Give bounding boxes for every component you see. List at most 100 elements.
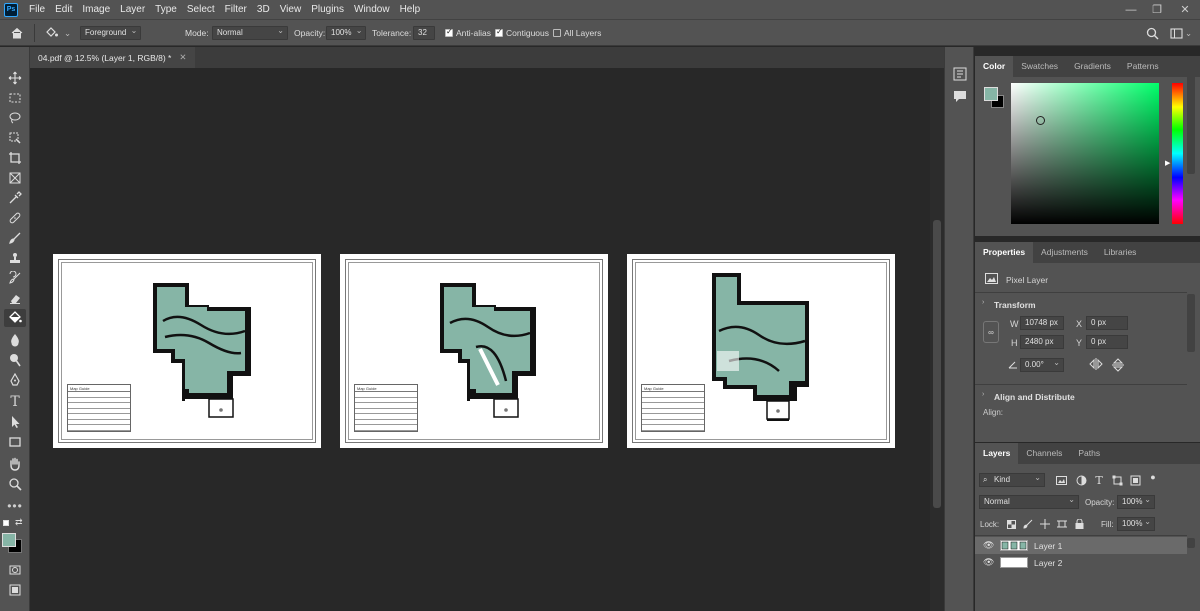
workspace-icon[interactable]: ⌄ [1170, 20, 1192, 46]
hand-tool-icon[interactable] [4, 455, 26, 473]
search-icon[interactable] [1146, 20, 1159, 46]
fill-input[interactable]: 100% [1117, 516, 1155, 531]
link-dimensions-icon[interactable]: ∞ [983, 321, 999, 343]
panel-foreground-swatch[interactable] [984, 87, 998, 101]
layer-visibility-eye-icon[interactable]: 👁 [983, 540, 994, 551]
object-selection-tool-icon[interactable] [4, 129, 26, 147]
properties-panel-scrollbar[interactable] [1187, 294, 1195, 352]
properties-tab-adjustments[interactable]: Adjustments [1033, 242, 1096, 263]
contiguous-check-icon[interactable] [495, 27, 503, 37]
lasso-tool-icon[interactable] [4, 109, 26, 127]
menu-window[interactable]: Window [349, 0, 395, 19]
layer-row-1[interactable]: 👁 Layer 1 [975, 537, 1187, 554]
fill-source-select[interactable]: Foreground [80, 25, 142, 40]
properties-tab-properties[interactable]: Properties [975, 242, 1034, 263]
color-tab-gradients[interactable]: Gradients [1066, 56, 1119, 77]
healing-brush-tool-icon[interactable] [4, 209, 26, 227]
menu-type[interactable]: Type [150, 0, 182, 19]
canvas-vertical-scrollbar[interactable] [930, 68, 944, 611]
crop-tool-icon[interactable] [4, 149, 26, 167]
tolerance-input[interactable]: 32 [413, 26, 435, 40]
brush-tool-icon[interactable] [4, 229, 26, 247]
history-panel-icon[interactable] [953, 67, 967, 83]
minimize-button[interactable]: — [1120, 0, 1142, 19]
color-tab-patterns[interactable]: Patterns [1119, 56, 1167, 77]
flip-vertical-icon[interactable] [1112, 358, 1124, 374]
paint-bucket-preset-icon[interactable]: ⌄ [44, 20, 71, 46]
align-collapse-icon[interactable]: › [982, 391, 984, 398]
type-tool-icon[interactable]: T [4, 393, 26, 411]
move-tool-icon[interactable] [4, 69, 26, 87]
menu-file[interactable]: File [24, 0, 50, 19]
color-tab-swatches[interactable]: Swatches [1013, 56, 1066, 77]
menu-help[interactable]: Help [395, 0, 426, 19]
foreground-color-swatch[interactable] [2, 533, 16, 547]
menu-edit[interactable]: Edit [50, 0, 77, 19]
eyedropper-tool-icon[interactable] [4, 189, 26, 207]
layers-panel-scrollbar[interactable] [1187, 538, 1195, 548]
lock-image-icon[interactable] [1021, 517, 1035, 531]
zoom-tool-icon[interactable] [4, 475, 26, 493]
layer-opacity-input[interactable]: 100% [1117, 494, 1155, 509]
menu-3d[interactable]: 3D [252, 0, 275, 19]
height-input[interactable]: 2480 px [1020, 335, 1064, 349]
contiguous-checkbox[interactable]: Contiguous [495, 20, 549, 46]
color-panel-scrollbar[interactable] [1187, 62, 1195, 174]
dodge-tool-icon[interactable] [4, 351, 26, 369]
color-tab-color[interactable]: Color [975, 56, 1014, 77]
menu-image[interactable]: Image [77, 0, 115, 19]
mode-select[interactable]: Normal [212, 25, 288, 40]
layers-tab-channels[interactable]: Channels [1018, 443, 1070, 464]
angle-input[interactable]: 0.00° [1020, 357, 1064, 372]
y-input[interactable]: 0 px [1086, 335, 1128, 349]
paint-bucket-tool-icon[interactable] [4, 309, 26, 327]
layers-tab-paths[interactable]: Paths [1070, 443, 1108, 464]
sheet-1[interactable]: Map Guide [53, 254, 321, 448]
sheet-2[interactable]: Map Guide [340, 254, 608, 448]
layer-filter-kind-select[interactable]: ⌕ Kind [979, 472, 1045, 487]
lock-transparent-icon[interactable] [1004, 517, 1018, 531]
close-window-button[interactable]: ✕ [1174, 0, 1196, 19]
filter-smart-object-icon[interactable] [1128, 473, 1142, 487]
filter-toggle-icon[interactable]: ● [1146, 470, 1160, 484]
scrollbar-thumb[interactable] [933, 220, 941, 508]
all-layers-checkbox[interactable]: All Layers [553, 20, 601, 46]
menu-layer[interactable]: Layer [115, 0, 150, 19]
comments-panel-icon[interactable] [953, 89, 967, 105]
menu-select[interactable]: Select [182, 0, 220, 19]
filter-type-icon[interactable]: T [1092, 473, 1106, 487]
menu-plugins[interactable]: Plugins [306, 0, 349, 19]
flip-horizontal-icon[interactable] [1089, 358, 1103, 372]
frame-tool-icon[interactable] [4, 169, 26, 187]
blend-mode-select[interactable]: Normal [979, 494, 1079, 509]
all-layers-check-icon[interactable] [553, 29, 561, 37]
blur-tool-icon[interactable] [4, 331, 26, 349]
anti-alias-check-icon[interactable] [445, 27, 453, 37]
rectangle-tool-icon[interactable] [4, 433, 26, 451]
marquee-tool-icon[interactable] [4, 89, 26, 107]
layer-visibility-eye-icon[interactable]: 👁 [983, 557, 994, 568]
color-saturation-field[interactable] [1011, 83, 1159, 224]
filter-pixel-icon[interactable] [1054, 473, 1068, 487]
close-document-icon[interactable]: ✕ [179, 52, 186, 63]
color-picker-cursor[interactable] [1036, 116, 1045, 125]
path-selection-tool-icon[interactable] [4, 413, 26, 431]
lock-position-icon[interactable] [1038, 517, 1052, 531]
clone-stamp-tool-icon[interactable] [4, 249, 26, 267]
home-icon[interactable] [10, 20, 24, 46]
hue-slider[interactable] [1172, 83, 1183, 224]
filter-shape-icon[interactable] [1110, 473, 1124, 487]
x-input[interactable]: 0 px [1086, 316, 1128, 330]
default-colors-icon[interactable] [3, 520, 9, 526]
screen-mode-icon[interactable] [4, 581, 26, 599]
history-brush-tool-icon[interactable] [4, 269, 26, 287]
quick-mask-icon[interactable] [4, 561, 26, 579]
layer-row-2[interactable]: 👁 Layer 2 [975, 554, 1187, 571]
eraser-tool-icon[interactable] [4, 289, 26, 307]
menu-view[interactable]: View [275, 0, 307, 19]
lock-all-icon[interactable] [1072, 517, 1086, 531]
width-input[interactable]: 10748 px [1020, 316, 1064, 330]
layers-tab-layers[interactable]: Layers [975, 443, 1019, 464]
opacity-input[interactable]: 100% [326, 25, 367, 40]
pen-tool-icon[interactable] [4, 371, 26, 389]
